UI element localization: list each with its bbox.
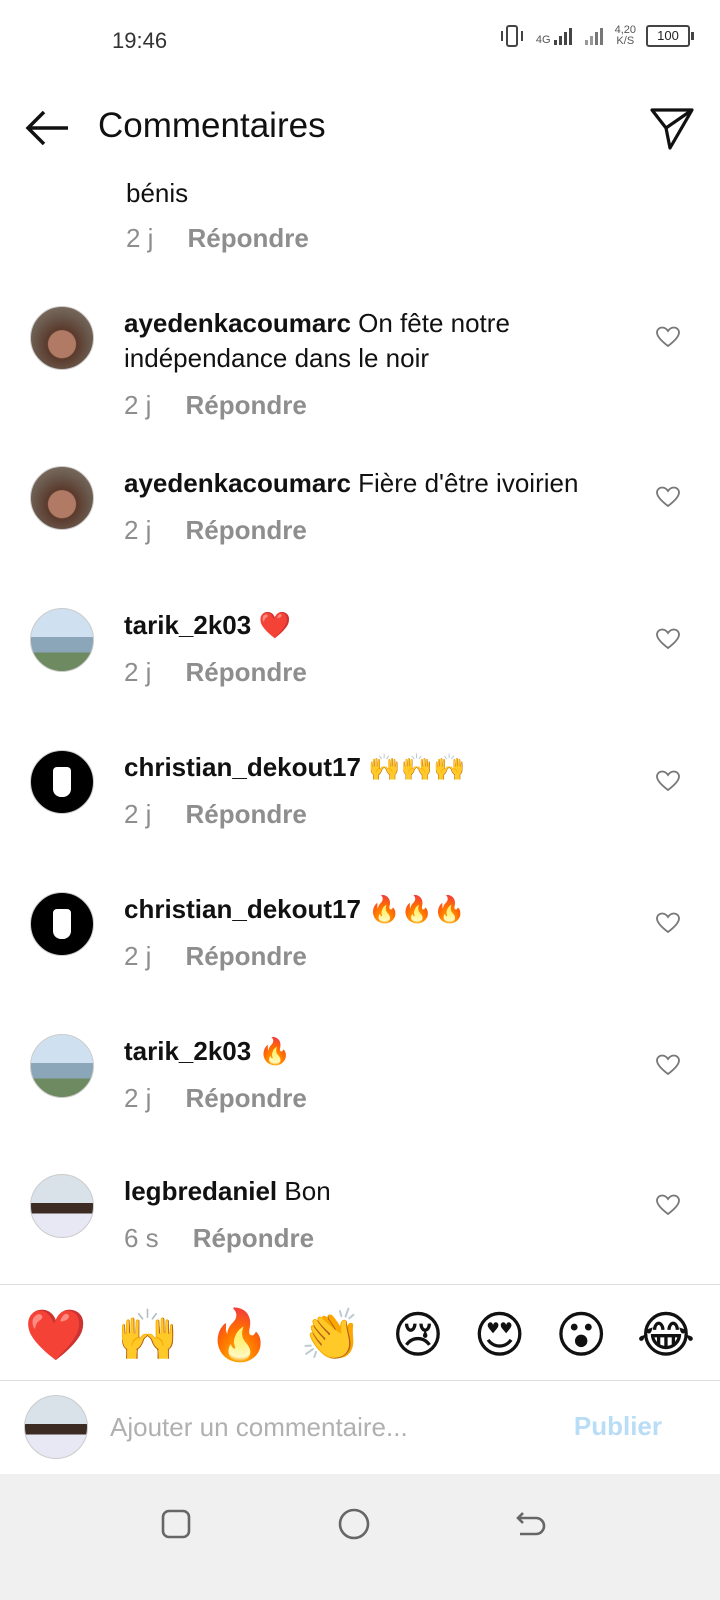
comment-text: bénis [126, 178, 189, 208]
heart-outline-icon[interactable] [656, 1054, 680, 1076]
comment-text: 🔥🔥🔥 [368, 894, 466, 924]
status-bar: 19:46 4G 4,20 K/S 100 [0, 0, 720, 80]
comment-time: 2 j [124, 799, 152, 829]
heart-outline-icon[interactable] [656, 628, 680, 650]
username[interactable]: christian_dekout17 [124, 894, 361, 924]
comments-header: Commentaires [0, 90, 720, 166]
avatar[interactable] [30, 306, 94, 370]
avatar[interactable] [30, 892, 94, 956]
username[interactable]: ayedenkacoumarc [124, 308, 351, 338]
heart-outline-icon[interactable] [656, 326, 680, 348]
signal-icon [553, 28, 572, 45]
status-time: 19:46 [112, 28, 168, 53]
comment-time: 2 j [124, 941, 152, 971]
signal-2-icon [584, 28, 603, 45]
username[interactable]: christian_dekout17 [124, 752, 361, 782]
home-icon[interactable] [334, 1504, 374, 1544]
reply-button[interactable]: Répondre [185, 390, 306, 421]
comment-time: 6 s [124, 1223, 159, 1253]
comment-text: On fête notre [358, 308, 510, 338]
avatar[interactable] [30, 466, 94, 530]
system-nav-bar [0, 1474, 720, 1600]
comment-text: ❤️ [258, 610, 291, 640]
network-type: 4G [535, 34, 551, 46]
arrow-left-icon[interactable] [24, 108, 70, 148]
publish-button[interactable]: Publier [574, 1411, 662, 1442]
emoji-heart-eyes[interactable]: 😍 [474, 1305, 526, 1365]
emoji-laughing[interactable]: 😂 [637, 1305, 695, 1365]
emoji-bar: ❤️ 🙌 🔥 👏 😢 😍 😮 😂 [0, 1290, 720, 1380]
comment-time: 2 j [124, 390, 152, 420]
username[interactable]: tarik_2k03 [124, 610, 251, 640]
network-indicator: 4G [536, 26, 573, 46]
comment-partial: bénis 2 j Répondre [126, 178, 309, 254]
paper-plane-icon[interactable] [648, 104, 696, 152]
heart-outline-icon[interactable] [656, 1194, 680, 1216]
avatar[interactable] [30, 608, 94, 672]
username[interactable]: ayedenkacoumarc [124, 468, 351, 498]
status-icons: 4G 4,20 K/S 100 [498, 24, 694, 48]
avatar[interactable] [30, 750, 94, 814]
emoji-clap[interactable]: 👏 [300, 1305, 362, 1365]
comment-text: 🙌🙌🙌 [368, 752, 466, 782]
battery-icon: 100 [646, 25, 694, 47]
comment-time: 2 j [124, 657, 152, 687]
emoji-fire[interactable]: 🔥 [208, 1305, 270, 1365]
avatar[interactable] [30, 1174, 94, 1238]
heart-outline-icon[interactable] [656, 770, 680, 792]
emoji-surprised[interactable]: 😮 [555, 1305, 607, 1365]
reply-button[interactable]: Répondre [193, 1223, 314, 1254]
reply-button[interactable]: Répondre [187, 223, 308, 254]
comment-time: 2 j [126, 223, 154, 253]
comment-text: 🔥 [258, 1036, 291, 1066]
emoji-raised-hands[interactable]: 🙌 [117, 1305, 179, 1365]
comments-list[interactable]: bénis 2 j Répondre ayedenkacoumarc On fê… [0, 170, 720, 1310]
comment-time: 2 j [124, 1083, 152, 1113]
username[interactable]: legbredaniel [124, 1176, 277, 1206]
avatar[interactable] [30, 1034, 94, 1098]
comment-composer: Publier [0, 1381, 720, 1473]
comment-time: 2 j [124, 515, 152, 545]
recent-apps-icon[interactable] [156, 1504, 196, 1544]
vibrate-icon [500, 25, 523, 47]
heart-outline-icon[interactable] [656, 912, 680, 934]
comment-text-continued: indépendance dans le noir [124, 343, 430, 373]
reply-button[interactable]: Répondre [185, 657, 306, 688]
reply-button[interactable]: Répondre [185, 799, 306, 830]
reply-button[interactable]: Répondre [185, 941, 306, 972]
page-title: Commentaires [98, 106, 326, 145]
back-nav-icon[interactable] [510, 1504, 550, 1544]
comment-text: Fière d'être ivoirien [358, 468, 579, 498]
heart-outline-icon[interactable] [656, 486, 680, 508]
username[interactable]: tarik_2k03 [124, 1036, 251, 1066]
reply-button[interactable]: Répondre [185, 1083, 306, 1114]
divider [0, 1284, 720, 1285]
emoji-heart[interactable]: ❤️ [25, 1305, 87, 1365]
comment-text: Bon [284, 1176, 331, 1206]
avatar [24, 1395, 88, 1459]
emoji-crying[interactable]: 😢 [392, 1305, 444, 1365]
reply-button[interactable]: Répondre [185, 515, 306, 546]
data-speed: 4,20 K/S [614, 24, 636, 47]
comment-input[interactable] [108, 1403, 552, 1451]
